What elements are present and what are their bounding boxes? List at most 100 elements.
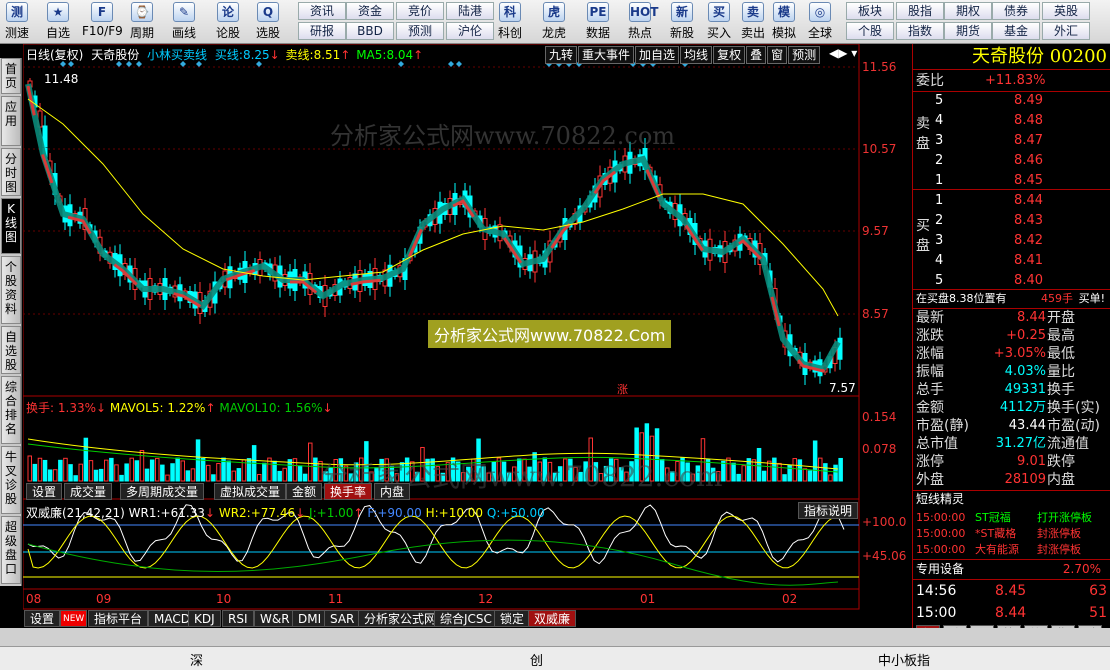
short-line-item[interactable]: 15:00:00 ST冠福 打开涨停板 xyxy=(913,510,1110,526)
volume-bar xyxy=(114,464,119,482)
toolbar-2-button[interactable]: F F10/F9 xyxy=(82,2,123,42)
toolbar-text-button[interactable]: 英股 xyxy=(1042,2,1090,20)
volume-tab[interactable]: 金额 xyxy=(286,483,323,500)
volume-tab[interactable]: 换手率 xyxy=(324,483,373,500)
买入-icon: 买 xyxy=(708,2,730,22)
chart-menu-arrows-icon[interactable]: ◀▶ ▾ xyxy=(829,46,857,60)
indicator-tab[interactable]: RSI xyxy=(222,610,254,627)
left-tab[interactable]: K线图 xyxy=(1,198,21,254)
f-label: F: xyxy=(367,506,378,520)
toolbar-text-button[interactable]: 期权 xyxy=(944,2,992,20)
left-tab[interactable]: 自选股 xyxy=(1,326,21,374)
toolbar-text-button[interactable]: 个股 xyxy=(846,22,894,40)
h-value: +10.00 xyxy=(438,506,484,520)
toolbar-14-button[interactable]: 模模拟 xyxy=(768,2,800,42)
indicator-help-button[interactable]: 指标说明 xyxy=(798,502,859,519)
chart-header-button[interactable]: 加自选 xyxy=(635,46,680,64)
chart-header-button[interactable]: 预测 xyxy=(788,46,821,64)
toolbar-text-button[interactable]: 债券 xyxy=(992,2,1040,20)
tick-time: 15:00 xyxy=(916,605,957,621)
toolbar-text-button[interactable]: 基金 xyxy=(992,22,1040,40)
volume-bar xyxy=(802,468,808,482)
indicator-tab[interactable]: 指标平台 xyxy=(88,610,149,627)
quote-value: 31.27亿 xyxy=(995,436,1046,451)
left-tab[interactable]: 超级盘口 xyxy=(1,516,21,584)
volume-bar xyxy=(109,457,114,482)
toolbar-8-button[interactable]: 虎龙虎 xyxy=(536,2,572,42)
toolbar-11-button[interactable]: 新新股 xyxy=(664,2,700,42)
left-tab[interactable]: 综合排名 xyxy=(1,376,21,444)
short-line-stock: *ST藏格 xyxy=(975,527,1017,540)
volume-bar xyxy=(200,458,206,482)
indicator-tab[interactable]: NEW xyxy=(60,610,88,627)
toolbar-9-button[interactable]: PE 数据 xyxy=(580,2,616,42)
main-toolbar: 测测速 ★ 自选 F F10/F9 ⌚ 周期 ✎ 画线论论股 Q 选股 科科创虎龙虎 PE 数据 HOT 热点… xyxy=(0,0,1110,44)
left-tab[interactable]: 分时图 xyxy=(1,148,21,196)
toolbar-text-button[interactable]: 预测 xyxy=(396,22,444,40)
tick-price: 8.45 xyxy=(995,583,1027,599)
volume-tab[interactable]: 内盘 xyxy=(374,483,411,500)
toolbar-3-button[interactable]: ⌚ 周期 xyxy=(124,2,160,42)
toolbar-0-button[interactable]: 测测速 xyxy=(2,2,32,42)
toolbar-1-button[interactable]: ★ 自选 xyxy=(40,2,76,42)
chart-header-button[interactable]: 九转 xyxy=(545,46,578,64)
short-line-event: 封涨停板 xyxy=(1037,527,1081,540)
chart-header-button[interactable]: 复权 xyxy=(713,46,746,64)
toolbar-text-button[interactable]: 沪伦 xyxy=(446,22,494,40)
chart-header-button[interactable]: 重大事件 xyxy=(578,46,635,64)
toolbar-text-button[interactable]: 资讯 xyxy=(298,2,346,20)
left-tab[interactable]: 牛叉诊股 xyxy=(1,446,21,514)
volume-bar xyxy=(231,470,236,482)
toolbar-text-button[interactable]: 板块 xyxy=(846,2,894,20)
indicator-tab[interactable]: 双威廉 xyxy=(528,610,577,627)
toolbar-text-button[interactable]: 股指 xyxy=(896,2,944,20)
left-tab[interactable]: 首页 xyxy=(1,58,21,94)
toolbar-text-button[interactable]: 研报 xyxy=(298,22,346,40)
short-line-item[interactable]: 15:00:00 *ST藏格 封涨停板 xyxy=(913,526,1110,542)
volume-bar xyxy=(42,459,48,482)
sector-name[interactable]: 专用设备 xyxy=(916,560,964,578)
indicator-tab[interactable]: 锁定 xyxy=(494,610,531,627)
left-tab[interactable]: 应用 xyxy=(1,96,21,146)
toolbar-4-button[interactable]: ✎ 画线 xyxy=(166,2,202,42)
tick-volume: 63 xyxy=(1089,583,1107,599)
volume-tab[interactable]: 虚拟成交量 xyxy=(214,483,287,500)
volume-bar xyxy=(180,460,185,482)
indicator-tab[interactable]: 设置 xyxy=(24,610,61,627)
chart-header-button[interactable]: 均线 xyxy=(680,46,713,64)
toolbar-6-button[interactable]: Q 选股 xyxy=(250,2,286,42)
indicator-tab[interactable]: 综合JCSC xyxy=(434,610,498,627)
toolbar-10-button[interactable]: HOT 热点 xyxy=(622,2,658,42)
bid-level: 4 xyxy=(935,253,944,268)
left-tab[interactable]: 个股资料 xyxy=(1,256,21,324)
toolbar-12-button[interactable]: 买买入 xyxy=(704,2,734,42)
indicator-tab[interactable]: 分析家公式网 xyxy=(358,610,443,627)
indicator-tab[interactable]: W&R xyxy=(254,610,296,627)
volume-bar xyxy=(308,442,313,482)
toolbar-text-button[interactable]: 期货 xyxy=(944,22,992,40)
chart-header-button[interactable]: 窗 xyxy=(767,46,788,64)
volume-tab[interactable]: 多周期成交量 xyxy=(120,483,205,500)
toolbar-text-button[interactable]: 资金 xyxy=(346,2,394,20)
volume-tab[interactable]: 设置 xyxy=(26,483,63,500)
volume-bar xyxy=(63,457,68,482)
toolbar-text-button[interactable]: 外汇 xyxy=(1042,22,1090,40)
chart-header-button[interactable]: 叠 xyxy=(746,46,767,64)
toolbar-label: 选股 xyxy=(255,26,280,40)
toolbar-5-button[interactable]: 论论股 xyxy=(210,2,246,42)
toolbar-label: 新股 xyxy=(669,26,694,40)
toolbar-15-button[interactable]: ◎ 全球 xyxy=(802,2,838,42)
toolbar-text-button[interactable]: 指数 xyxy=(896,22,944,40)
indicator-tab[interactable]: DMI xyxy=(292,610,328,627)
volume-tab[interactable]: 成交量 xyxy=(64,483,113,500)
toolbar-7-button[interactable]: 科科创 xyxy=(492,2,528,42)
indicator-tab[interactable]: KDJ xyxy=(188,610,221,627)
short-line-item[interactable]: 15:00:00 大有能源 封涨停板 xyxy=(913,542,1110,558)
quote-label: 振幅 xyxy=(916,364,944,380)
toolbar-text-button[interactable]: 陆港 xyxy=(446,2,494,20)
toolbar-text-button[interactable]: 竞价 xyxy=(396,2,444,20)
mavol5-label: MAVOL5: xyxy=(109,401,164,415)
indicator-tab[interactable]: SAR xyxy=(324,610,361,627)
toolbar-text-button[interactable]: BBD xyxy=(346,22,394,40)
toolbar-13-button[interactable]: 卖卖出 xyxy=(738,2,768,42)
